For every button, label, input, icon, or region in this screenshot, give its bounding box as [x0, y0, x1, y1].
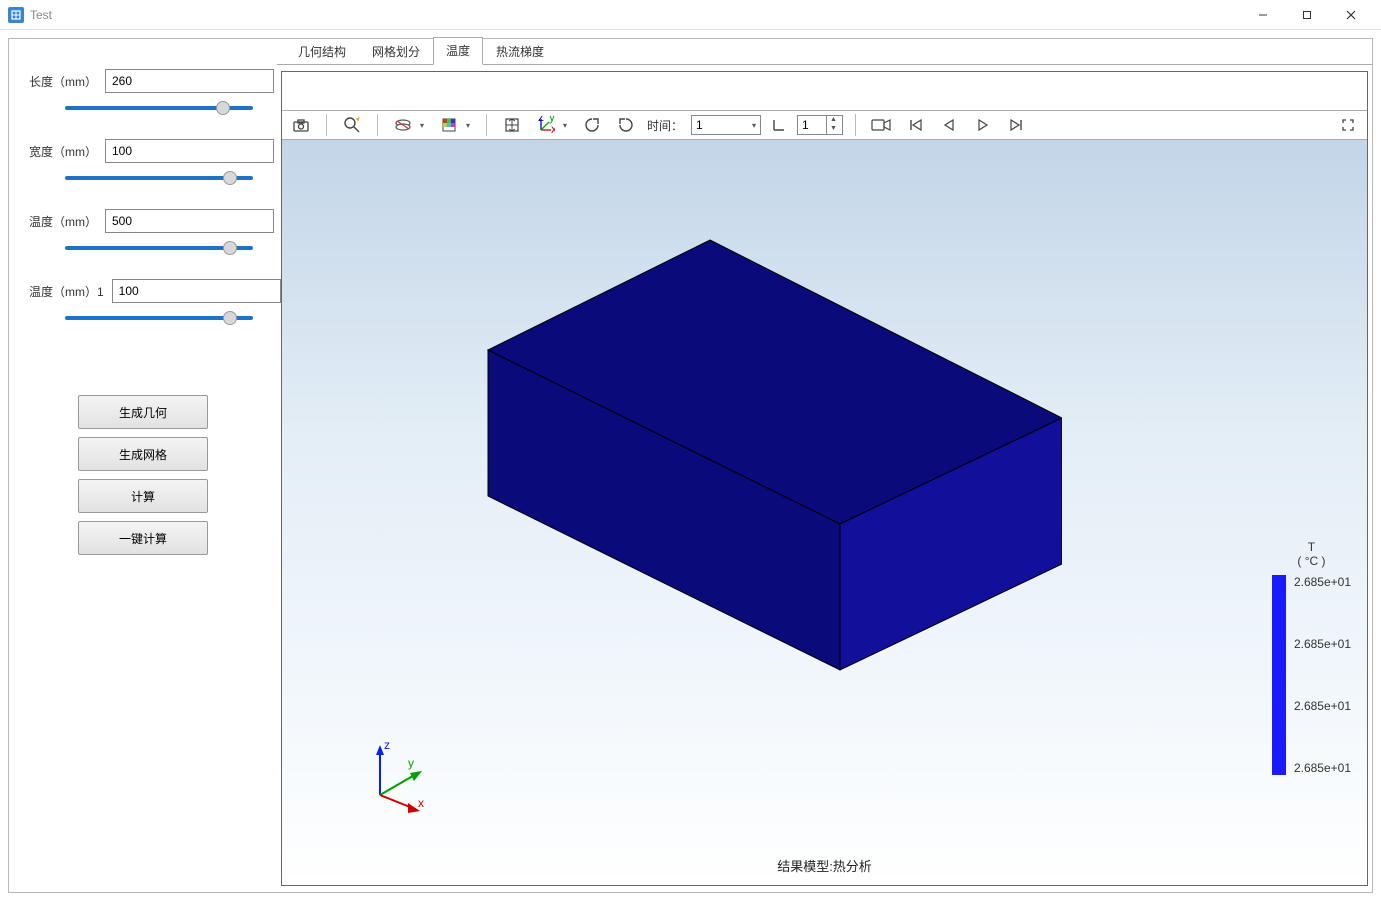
param-slider-length[interactable] [65, 106, 253, 110]
title-bar: Test [0, 0, 1381, 30]
param-input-temp1[interactable] [112, 279, 281, 303]
play-icon [976, 118, 990, 132]
dropdown-caret-icon[interactable]: ▾ [416, 113, 428, 137]
rotate-cw-button[interactable] [613, 113, 639, 137]
viewport-toolbar: ▾ ▾ yzx▾ 时间： 1▾ ▲▼ [282, 110, 1367, 140]
play-button[interactable] [970, 113, 996, 137]
generate-mesh-button[interactable]: 生成网格 [78, 437, 208, 471]
axis-z-label: z [384, 738, 390, 752]
layers-icon [393, 117, 413, 133]
step-back-button[interactable] [936, 113, 962, 137]
time-select[interactable]: 1▾ [691, 115, 761, 135]
window-title: Test [30, 8, 52, 22]
param-label-width: 宽度（mm） [29, 143, 97, 160]
color-legend: T ( °C ) 2.685e+01 2.685e+01 2.685e+01 2… [1272, 540, 1351, 775]
tab-temperature[interactable]: 温度 [433, 37, 483, 65]
prev-icon [942, 118, 956, 132]
axis-icon: yzx [537, 116, 555, 134]
scene-footer-label: 结果模型:热分析 [777, 856, 872, 875]
record-button[interactable] [868, 113, 894, 137]
param-input-length[interactable] [105, 69, 274, 93]
param-slider-width[interactable] [65, 176, 253, 180]
colormap-button[interactable] [436, 113, 462, 137]
window-maximize-button[interactable] [1285, 0, 1329, 30]
scene-3d[interactable]: z y x T ( °C ) [282, 140, 1367, 885]
zoom-button[interactable] [339, 113, 365, 137]
rotate-cw-icon [617, 116, 635, 134]
param-label-temp1: 温度（mm）1 [29, 283, 104, 300]
dropdown-caret-icon: ▾ [752, 121, 756, 130]
param-label-temp: 温度（mm） [29, 213, 97, 230]
compute-button[interactable]: 计算 [78, 479, 208, 513]
time-select-value: 1 [696, 118, 703, 132]
legend-tick: 2.685e+01 [1294, 761, 1351, 775]
compute-all-button[interactable]: 一键计算 [78, 521, 208, 555]
tab-mesh[interactable]: 网格划分 [359, 38, 433, 65]
axis-triad: z y x [360, 735, 440, 815]
skip-end-button[interactable] [1004, 113, 1030, 137]
cube-color-icon [440, 116, 458, 134]
screenshot-button[interactable] [288, 113, 314, 137]
viewport[interactable]: ▾ ▾ yzx▾ 时间： 1▾ ▲▼ [281, 71, 1368, 886]
legend-colorbar [1272, 575, 1286, 775]
frame-spinner-input[interactable] [798, 118, 826, 132]
workarea: 长度（mm） 宽度（mm） 温度（mm） 温度（mm）1 生成几何 生成网格 计… [8, 38, 1373, 893]
camera-icon [292, 117, 310, 133]
param-input-width[interactable] [105, 139, 274, 163]
axis-y-label: y [408, 756, 414, 770]
app-icon [8, 7, 24, 23]
generate-geometry-button[interactable]: 生成几何 [78, 395, 208, 429]
fullscreen-button[interactable] [1335, 113, 1361, 137]
param-input-temp[interactable] [105, 209, 274, 233]
legend-tick: 2.685e+01 [1294, 699, 1351, 713]
legend-tick: 2.685e+01 [1294, 575, 1351, 589]
skip-back-icon [907, 118, 923, 132]
svg-text:x: x [551, 122, 555, 134]
skip-start-button[interactable] [902, 113, 928, 137]
dropdown-caret-icon[interactable]: ▾ [462, 113, 474, 137]
result-box-model [422, 220, 1062, 740]
angle-icon-button[interactable] [769, 113, 789, 137]
legend-tick: 2.685e+01 [1294, 637, 1351, 651]
window-minimize-button[interactable] [1241, 0, 1285, 30]
tabs: 几何结构 网格划分 温度 热流梯度 [277, 39, 1372, 65]
video-camera-icon [871, 118, 891, 132]
axis-view-button[interactable]: yzx [533, 113, 559, 137]
param-label-length: 长度（mm） [29, 73, 97, 90]
tab-geometry[interactable]: 几何结构 [285, 38, 359, 65]
angle-icon [772, 118, 786, 132]
legend-title: T [1272, 540, 1351, 554]
axis-x-label: x [418, 796, 424, 810]
param-slider-temp1[interactable] [65, 316, 253, 320]
skip-forward-icon [1009, 118, 1025, 132]
magnifier-icon [343, 116, 361, 134]
tab-heatflux-gradient[interactable]: 热流梯度 [483, 38, 557, 65]
spinner-up-button[interactable]: ▲ [826, 116, 840, 125]
svg-text:z: z [538, 116, 544, 124]
dropdown-caret-icon[interactable]: ▾ [559, 113, 571, 137]
fit-icon [503, 116, 521, 134]
rotate-ccw-button[interactable] [579, 113, 605, 137]
spinner-down-button[interactable]: ▼ [826, 125, 840, 134]
frame-spinner[interactable]: ▲▼ [797, 115, 843, 135]
fit-view-button[interactable] [499, 113, 525, 137]
fullscreen-icon [1341, 118, 1355, 132]
window-close-button[interactable] [1329, 0, 1373, 30]
main-panel: 几何结构 网格划分 温度 热流梯度 ▾ ▾ yzx▾ 时间： 1▾ [277, 39, 1372, 892]
time-label: 时间： [647, 117, 683, 134]
layer-button[interactable] [390, 113, 416, 137]
sidebar: 长度（mm） 宽度（mm） 温度（mm） 温度（mm）1 生成几何 生成网格 计… [9, 39, 277, 892]
param-slider-temp[interactable] [65, 246, 253, 250]
legend-unit: ( °C ) [1272, 554, 1351, 568]
rotate-ccw-icon [583, 116, 601, 134]
